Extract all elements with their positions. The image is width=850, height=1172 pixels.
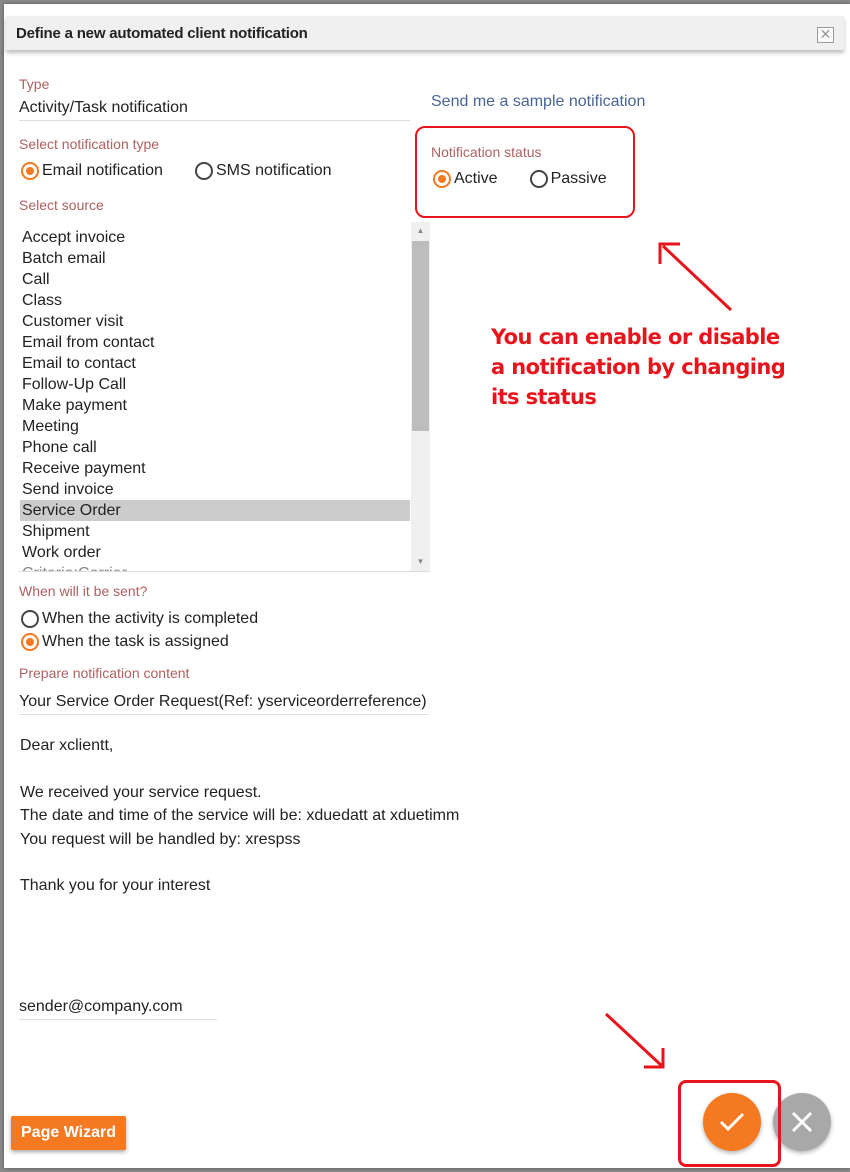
notification-status-label: Notification status — [431, 144, 542, 160]
radio-email-notification[interactable]: Email notification — [21, 162, 163, 180]
radio-unchecked-icon — [194, 162, 213, 180]
confirm-button[interactable] — [703, 1093, 761, 1151]
annotation-arrow-down-right — [604, 1012, 665, 1069]
radio-sms-notification[interactable]: SMS notification — [194, 162, 332, 180]
send-timing-option: When the activity is completed — [21, 610, 258, 628]
radio-activity-completed[interactable]: When the activity is completed — [21, 610, 258, 628]
source-list-item[interactable]: Work order — [20, 542, 410, 563]
message-body-line: Thank you for your interest — [20, 877, 211, 895]
notification-type-group: Email notification SMS notification — [21, 162, 332, 180]
source-label: Select source — [19, 197, 104, 213]
dialog-title: Define a new automated client notificati… — [16, 25, 308, 42]
sender-email-field[interactable]: sender@company.com — [19, 998, 217, 1020]
send-timing-label: When will it be sent? — [19, 583, 148, 599]
scroll-up-icon[interactable]: ▲ — [411, 222, 430, 240]
notification-type-label: Select notification type — [19, 136, 160, 152]
check-icon — [719, 1112, 745, 1132]
source-list-item[interactable]: Send invoice — [20, 479, 410, 500]
annotation-arrow-up-left — [658, 242, 733, 312]
annotation-line: a notification by changing — [491, 355, 786, 379]
annotation-line: You can enable or disable — [491, 325, 780, 349]
close-icon[interactable]: ✕ — [817, 27, 834, 43]
radio-checked-icon — [433, 170, 451, 188]
radio-label: SMS notification — [215, 162, 332, 179]
radio-checked-icon — [21, 633, 39, 651]
message-body[interactable]: Dear xclientt, We received your service r… — [20, 734, 459, 898]
radio-task-assigned[interactable]: When the task is assigned — [21, 633, 229, 651]
source-list-item[interactable]: Shipment — [20, 521, 410, 542]
cancel-button[interactable] — [773, 1093, 831, 1151]
radio-label: Email notification — [42, 162, 163, 179]
source-list: Accept invoice Batch email Call Class Custom… — [20, 227, 410, 571]
source-list-item[interactable]: Class — [20, 290, 410, 311]
notification-status-group: Active Passive — [433, 170, 607, 188]
source-list-item[interactable]: Email to contact — [20, 353, 410, 374]
source-list-item[interactable]: Receive payment — [20, 458, 410, 479]
radio-active[interactable]: Active — [433, 170, 498, 188]
message-body-line — [20, 757, 459, 780]
type-label: Type — [19, 76, 50, 92]
message-body-line: The date and time of the service will be… — [20, 807, 460, 825]
annotation-line: its status — [491, 385, 597, 409]
source-list-item[interactable]: Make payment — [20, 395, 410, 416]
scroll-down-icon[interactable]: ▼ — [411, 553, 430, 571]
send-sample-link[interactable]: Send me a sample notification — [431, 93, 645, 111]
source-list-item[interactable]: Call — [20, 269, 410, 290]
scrollbar-thumb[interactable] — [412, 241, 429, 431]
radio-passive[interactable]: Passive — [529, 170, 607, 188]
source-listbox[interactable]: Accept invoice Batch email Call Class Custom… — [18, 222, 430, 572]
source-list-item[interactable]: Phone call — [20, 437, 410, 458]
radio-label: When the activity is completed — [42, 610, 259, 627]
content-label: Prepare notification content — [19, 665, 190, 681]
radio-label: Passive — [550, 170, 607, 187]
radio-label: Active — [454, 170, 498, 187]
radio-label: When the task is assigned — [42, 633, 229, 650]
radio-unchecked-icon — [529, 170, 548, 188]
send-timing-option: When the task is assigned — [21, 633, 229, 651]
source-list-item[interactable]: Follow-Up Call — [20, 374, 410, 395]
listbox-scrollbar[interactable]: ▲ ▼ — [411, 222, 430, 571]
source-list-item[interactable]: Accept invoice — [20, 227, 410, 248]
source-list-item[interactable]: Meeting — [20, 416, 410, 437]
source-list-item[interactable]: Customer visit — [20, 311, 410, 332]
radio-unchecked-icon — [21, 610, 39, 628]
dialog-titlebar: Define a new automated client notificati… — [6, 16, 844, 50]
source-list-item[interactable]: Criteria:Carrier — [20, 563, 410, 571]
type-field[interactable]: Activity/Task notification — [19, 99, 410, 121]
message-body-line: We received your service request. — [20, 783, 262, 801]
radio-checked-icon — [21, 162, 39, 180]
source-list-item[interactable]: Email from contact — [20, 332, 410, 353]
message-body-line: You request will be handled by: xrespss — [20, 830, 301, 848]
message-body-line — [20, 851, 459, 874]
message-body-line: Dear xclientt, — [20, 737, 114, 754]
source-list-item[interactable]: Batch email — [20, 248, 410, 269]
source-list-item[interactable]: Service Order — [20, 500, 410, 521]
close-icon — [791, 1111, 813, 1133]
page-wizard-button[interactable]: Page Wizard — [11, 1116, 126, 1150]
annotation-text: You can enable or disable a notification … — [491, 322, 786, 412]
subject-field[interactable]: Your Service Order Request(Ref: yservice… — [19, 693, 429, 715]
